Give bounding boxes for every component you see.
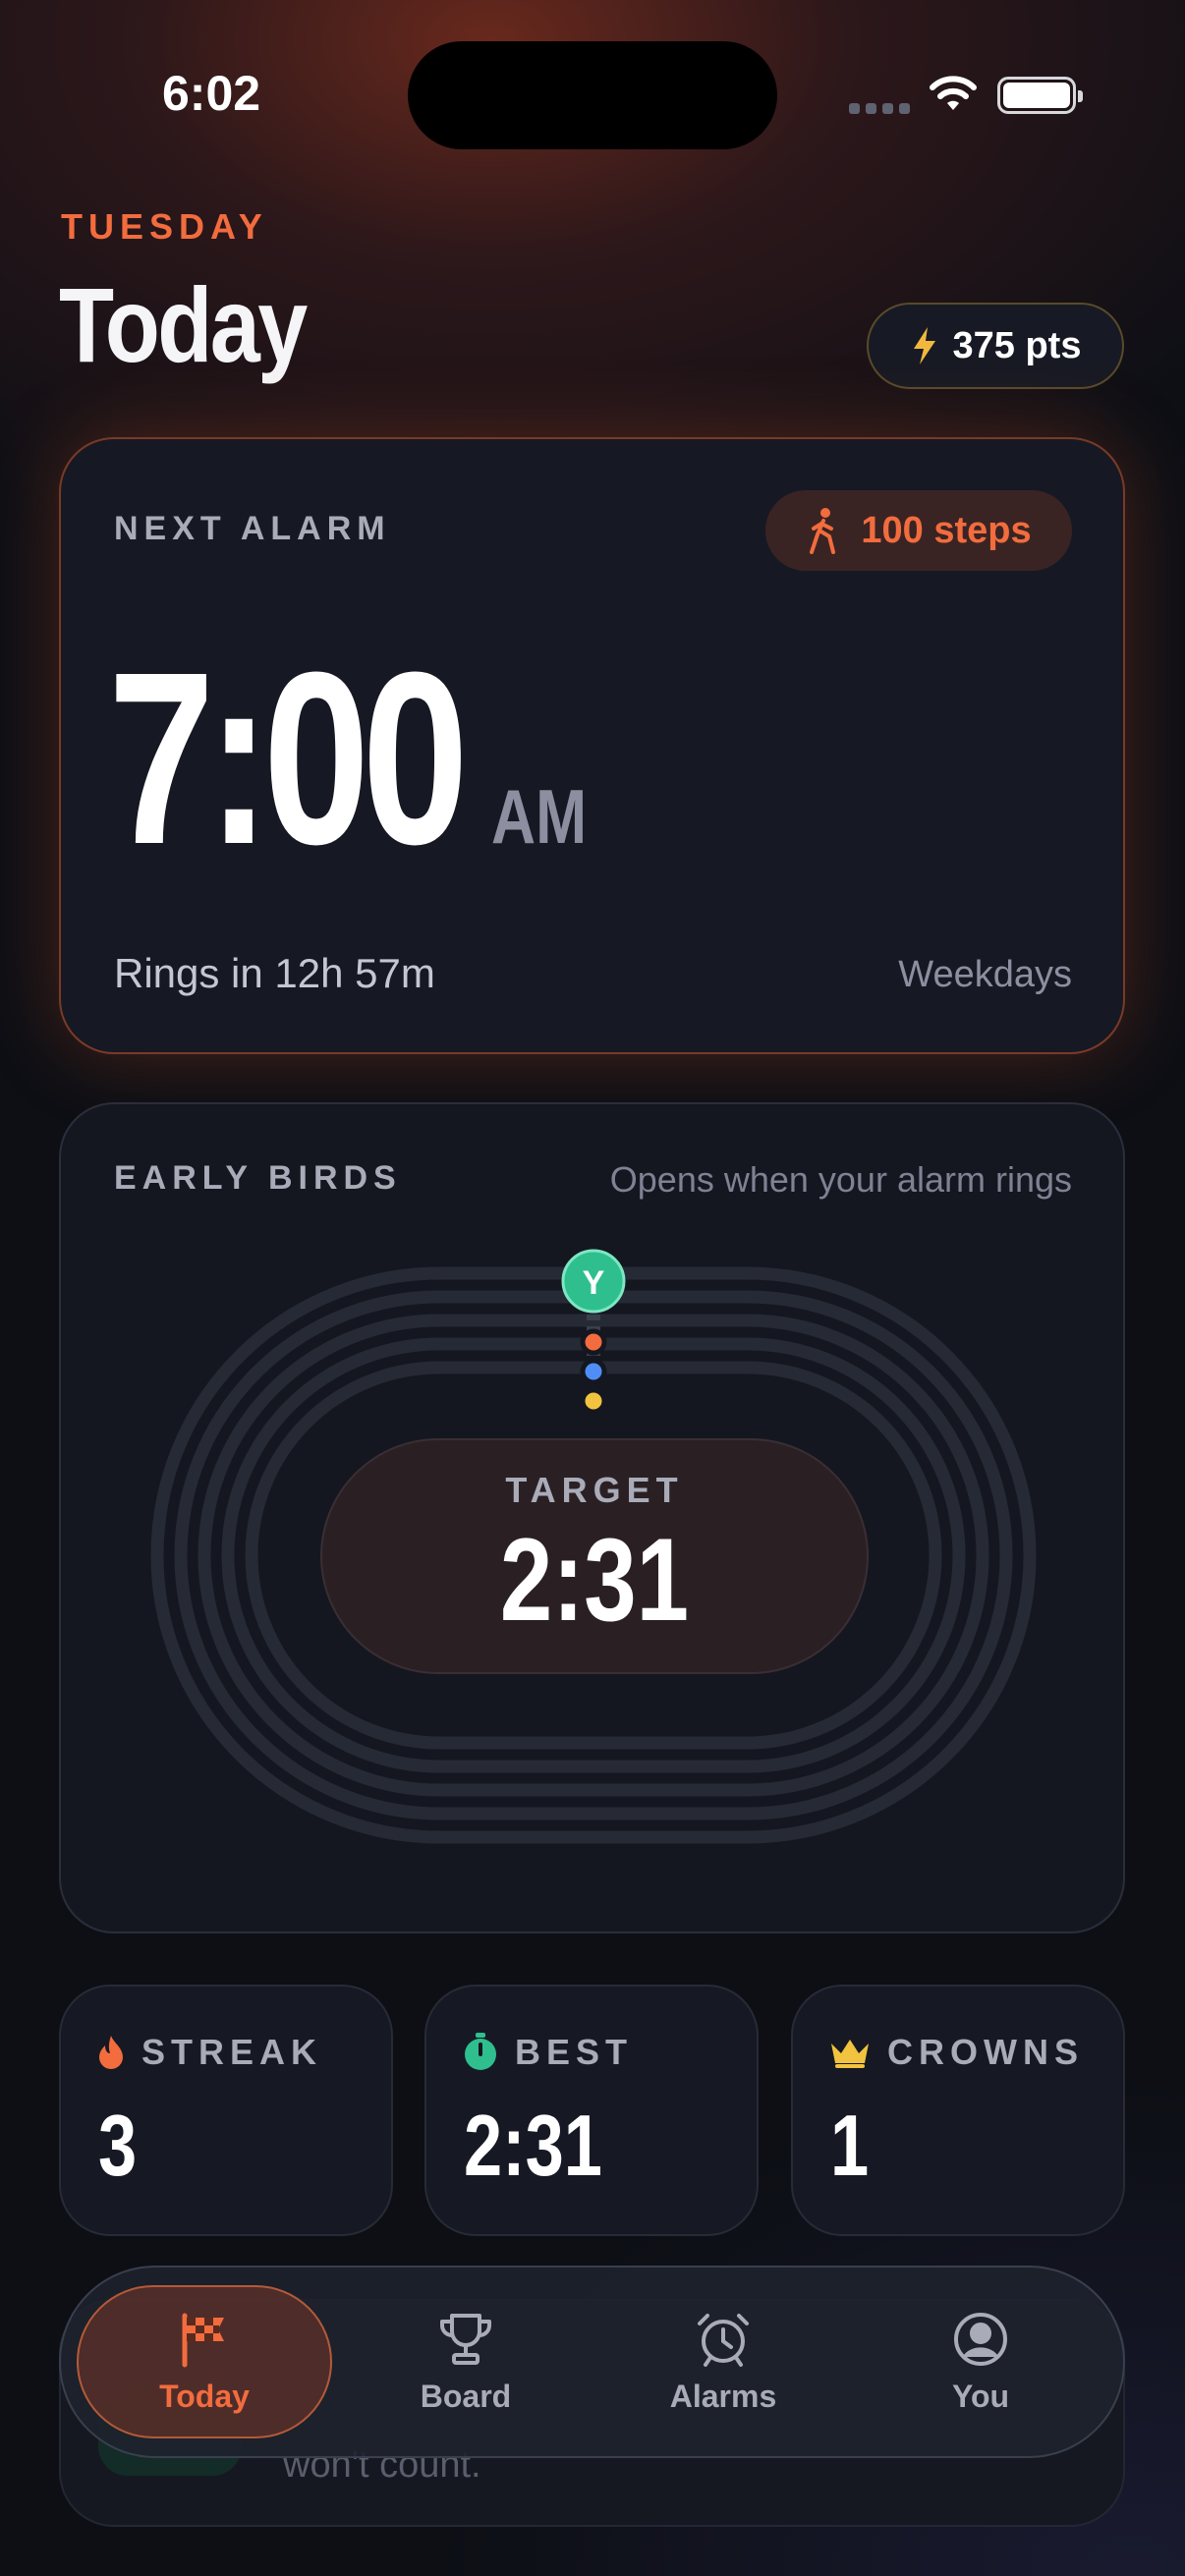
target-pill: TARGET 2:31	[320, 1438, 869, 1674]
crown-icon	[831, 2040, 869, 2068]
alarm-repeat: Weekdays	[898, 954, 1072, 995]
alarm-clock-icon	[698, 2313, 749, 2367]
next-alarm-card[interactable]: NEXT ALARM 100 steps 7:00 AM Rings in 12…	[59, 437, 1125, 1054]
stat-streak[interactable]: STREAK 3	[59, 1985, 393, 2236]
tab-alarms[interactable]: Alarms	[595, 2285, 851, 2438]
tab-board-label: Board	[420, 2378, 512, 2414]
cellular-signal-icon	[849, 103, 910, 114]
stat-crowns[interactable]: CROWNS 1	[791, 1985, 1125, 2236]
racer-blue	[580, 1358, 607, 1385]
page-title: Today	[59, 265, 308, 384]
early-birds-card[interactable]: EARLY BIRDS Opens when your alarm rings …	[59, 1102, 1125, 1933]
walking-icon	[810, 508, 836, 554]
alarm-time: 7:00 AM	[108, 636, 610, 881]
next-alarm-label: NEXT ALARM	[114, 510, 391, 547]
alarm-countdown: Rings in 12h 57m	[114, 950, 435, 996]
profile-icon	[954, 2312, 1007, 2366]
target-label: TARGET	[505, 1470, 684, 1510]
tab-you-label: You	[951, 2378, 1010, 2414]
flame-icon	[99, 2036, 123, 2069]
dynamic-island	[408, 41, 777, 149]
racer-orange	[580, 1328, 607, 1356]
stat-best-value: 2:31	[464, 2097, 602, 2194]
racer-yellow	[580, 1387, 607, 1415]
user-avatar-initial: Y	[583, 1264, 605, 1302]
stat-streak-value: 3	[98, 2097, 138, 2194]
stat-crowns-value: 1	[830, 2097, 870, 2194]
flag-icon	[182, 2313, 224, 2367]
steps-value: 100 steps	[861, 509, 1032, 551]
stat-best[interactable]: BEST 2:31	[424, 1985, 759, 2236]
target-time: 2:31	[499, 1514, 690, 1646]
steps-badge: 100 steps	[765, 490, 1072, 571]
lightning-icon	[913, 327, 935, 364]
alarm-ampm: AM	[491, 773, 588, 860]
stopwatch-icon	[465, 2033, 496, 2070]
battery-icon	[997, 77, 1083, 114]
wifi-icon	[930, 76, 977, 110]
alarm-time-value: 7:00	[108, 621, 469, 895]
day-label: TUESDAY	[61, 206, 268, 247]
tab-today[interactable]: Today	[77, 2285, 332, 2438]
status-time: 6:02	[162, 66, 261, 121]
tab-bar: Today Board Alarms You	[59, 2266, 1125, 2458]
tab-today-label: Today	[159, 2378, 250, 2414]
tab-you[interactable]: You	[853, 2285, 1108, 2438]
points-value: 375 pts	[952, 324, 1082, 366]
tab-board[interactable]: Board	[338, 2285, 593, 2438]
stat-best-label: BEST	[515, 2032, 634, 2072]
points-badge[interactable]: 375 pts	[867, 303, 1124, 389]
stat-crowns-label: CROWNS	[887, 2032, 1084, 2072]
tab-alarms-label: Alarms	[669, 2378, 777, 2414]
stat-streak-label: STREAK	[141, 2032, 323, 2072]
trophy-icon	[440, 2313, 491, 2365]
